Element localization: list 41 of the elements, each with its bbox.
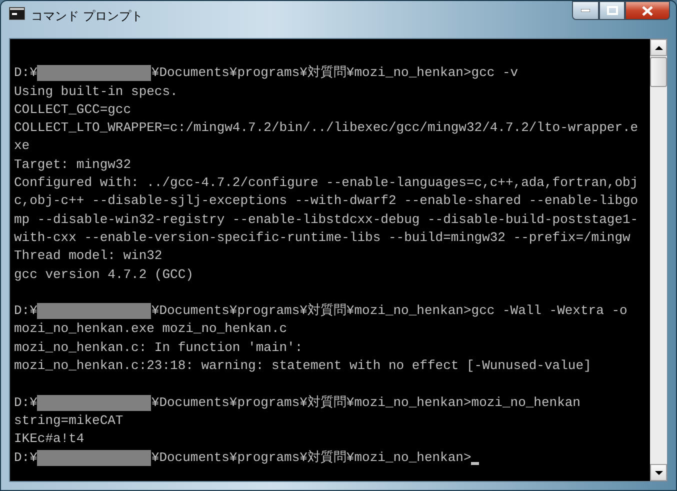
minimize-button[interactable] [572,1,599,20]
output-line: c,obj-c++ --disable-sjlj-exceptions --with-dwarf2 --enable-shared --enable-libgo [14,192,638,210]
window-title: コマンド プロンプト [31,8,143,25]
output-line: mozi_no_henkan.c:23:18: warning: statement with no effect [-Wunused-value] [14,357,592,376]
up-arrow-icon [654,46,662,50]
command-text: gcc -Wall -Wextra -o [471,302,628,320]
drive-text: D:¥ [14,302,38,320]
scroll-up-button[interactable] [650,39,667,56]
output-line: IKEc#a!t4 [14,430,84,448]
command-text: mozi_no_henkan [471,394,580,412]
drive-text: D:¥ [14,394,38,412]
scrollbar[interactable] [650,39,667,481]
output-line: string=mikeCAT [14,412,124,430]
output-line: Thread model: win32 [14,247,162,266]
down-arrow-icon [654,470,662,474]
maximize-icon [606,6,618,15]
output-line: gcc version 4.7.2 (GCC) [14,266,194,284]
maximize-button[interactable] [599,1,625,20]
output-line: Configured with: ../gcc-4.7.2/configure --enable-languages=c,c++,ada,fortran,obj [14,174,638,192]
output-line: xe [14,137,30,156]
output-line: Using built-in specs. [14,82,178,101]
prompt-path: ¥Documents¥programs¥対質問¥mozi_no_henkan> [151,448,472,467]
output-line: mp --disable-win32-registry --enable-libstdcxx-debug --disable-build-poststage1- [14,210,638,229]
scroll-thumb[interactable] [650,57,667,87]
drive-text: D:¥ [14,64,38,82]
drive-text: D:¥ [14,448,38,467]
scroll-down-button[interactable] [650,464,667,481]
prompt-path: ¥Documents¥programs¥対質問¥mozi_no_henkan> [151,64,472,82]
console-icon [9,7,25,20]
minimize-icon [581,9,590,12]
output-line: COLLECT_LTO_WRAPPER=c:/mingw4.7.2/bin/../libexec/gcc/mingw32/4.7.2/lto-wrapper.e [14,119,638,138]
prompt-path: ¥Documents¥programs¥対質問¥mozi_no_henkan> [151,394,472,412]
output-line: mozi_no_henkan.c: In function 'main': [14,338,303,357]
output-line: mozi_no_henkan.exe mozi_no_henkan.c [14,320,288,338]
close-icon [642,6,653,16]
output-line: COLLECT_GCC=gcc [14,100,132,119]
command-text: gcc -v [471,64,518,82]
close-button[interactable] [625,1,670,20]
output-line: Target: mingw32 [14,156,132,174]
output-line: with-cxx --enable-version-specific-runtime-libs --build=mingw32 --prefix=/mingw [14,228,630,247]
prompt-path: ¥Documents¥programs¥対質問¥mozi_no_henkan> [151,302,472,320]
